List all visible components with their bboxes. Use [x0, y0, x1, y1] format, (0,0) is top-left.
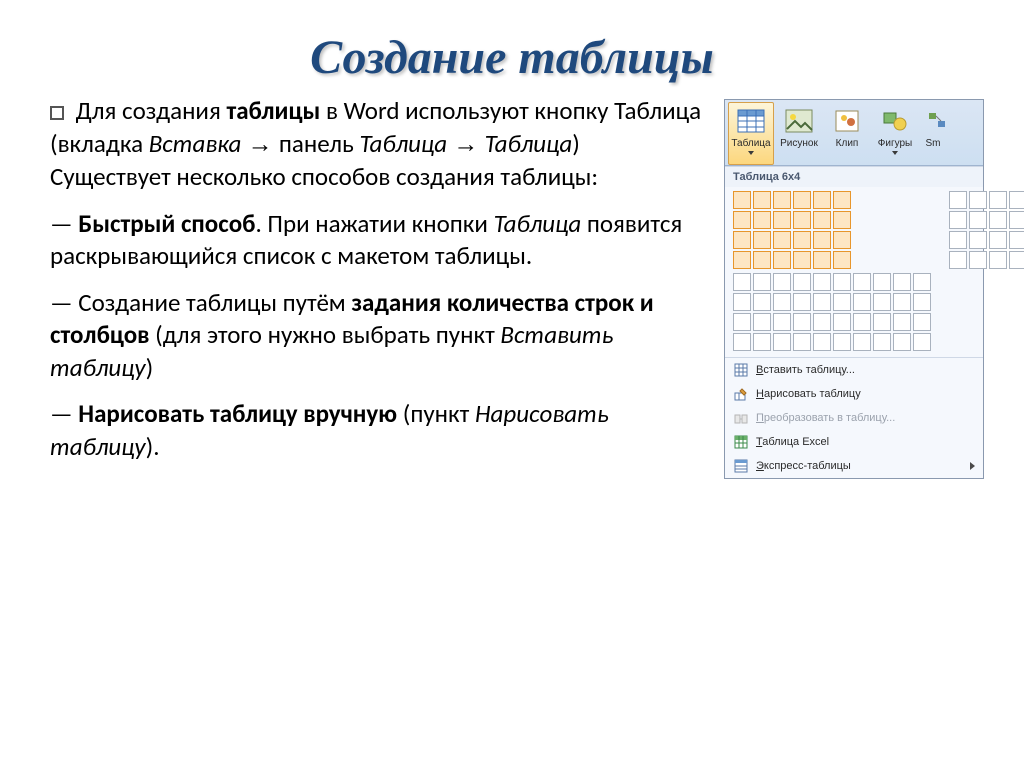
text-column: Для создания таблицы в Word используют к… [50, 95, 724, 479]
smartart-icon [921, 105, 953, 137]
dropdown-header: Таблица 6x4 [725, 167, 983, 187]
insert-table-icon [733, 362, 749, 378]
ribbon-table-button[interactable]: Таблица [728, 102, 774, 165]
clip-icon [831, 105, 863, 137]
dropdown-menu-list: Вставить таблицу... Нарисовать таблицу П… [725, 357, 983, 478]
chevron-down-icon [748, 151, 754, 155]
ribbon-clip-label: Клип [825, 138, 869, 149]
menu-excel-table[interactable]: Таблица Excel [725, 430, 983, 454]
content-area: Для создания таблицы в Word используют к… [0, 95, 1024, 479]
table-grid-selector-right[interactable] [949, 191, 1024, 269]
ribbon-row: Таблица Рисунок Клип [725, 100, 983, 166]
page-title: Создание таблицы [0, 0, 1024, 95]
picture-icon [783, 105, 815, 137]
menu-draw-table[interactable]: Нарисовать таблицу [725, 382, 983, 406]
table-grid-selector[interactable] [733, 191, 931, 269]
ribbon-shapes-button[interactable]: Фигуры [872, 102, 918, 165]
table-dropdown: Таблица 6x4 В [725, 166, 983, 478]
ribbon-table-label: Таблица [729, 138, 773, 149]
table-icon [735, 105, 767, 137]
pencil-icon [733, 386, 749, 402]
shapes-icon [879, 105, 911, 137]
menu-quick-tables[interactable]: Экспресс-таблицы [725, 454, 983, 478]
paragraph-3: — Создание таблицы путём задания количес… [50, 287, 706, 385]
ribbon-shapes-label: Фигуры [873, 138, 917, 149]
menu-convert-to-table: Преобразовать в таблицу... [725, 406, 983, 430]
convert-icon [733, 410, 749, 426]
chevron-down-icon [892, 151, 898, 155]
ribbon-smartart-label: Sm [921, 138, 945, 149]
paragraph-4: — Нарисовать таблицу вручную (пункт Нари… [50, 398, 706, 463]
ribbon-smartart-button[interactable]: Sm [920, 102, 946, 165]
menu-insert-table[interactable]: Вставить таблицу... [725, 358, 983, 382]
word-insert-panel: Таблица Рисунок Клип [724, 99, 984, 479]
bullet-icon [50, 106, 64, 120]
ribbon-picture-label: Рисунок [777, 138, 821, 149]
chevron-right-icon [970, 462, 975, 470]
paragraph-2: — Быстрый способ. При нажатии кнопки Таб… [50, 208, 706, 273]
ribbon-picture-button[interactable]: Рисунок [776, 102, 822, 165]
ribbon-clip-button[interactable]: Клип [824, 102, 870, 165]
quick-tables-icon [733, 458, 749, 474]
grid-selector-area[interactable] [725, 187, 983, 357]
table-grid-selector-lower[interactable] [733, 273, 931, 351]
excel-icon [733, 434, 749, 450]
paragraph-1: Для создания таблицы в Word используют к… [50, 95, 706, 194]
screenshot-column: Таблица Рисунок Клип [724, 95, 984, 479]
